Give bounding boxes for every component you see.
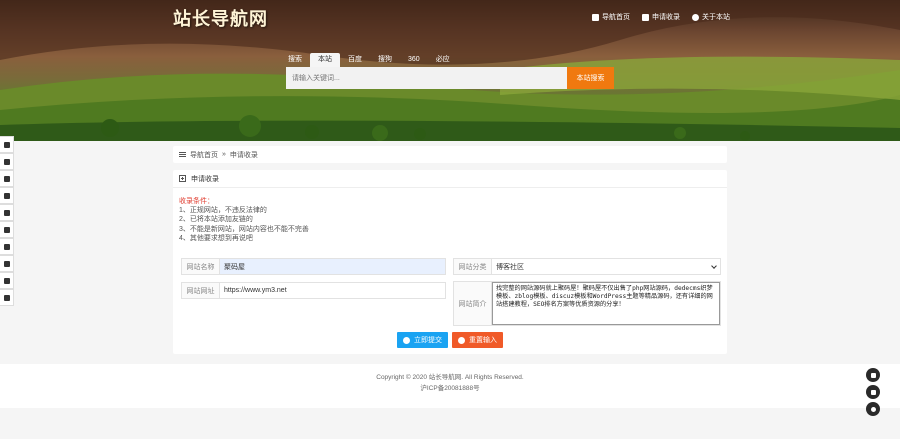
- search-button[interactable]: 本站搜索: [567, 67, 614, 89]
- menu-icon: [179, 152, 186, 157]
- tab-sogou[interactable]: 搜狗: [370, 53, 400, 67]
- nav-about-label: 关于本站: [702, 14, 730, 21]
- breadcrumb-home[interactable]: 导航首页: [190, 150, 218, 160]
- rule-item: 1、正规网站，不违反法律的: [179, 207, 267, 215]
- cloud-icon[interactable]: [0, 221, 14, 238]
- rules-title: 收录条件：: [179, 198, 214, 205]
- breadcrumb-separator: »: [222, 151, 226, 158]
- top-navigation: 导航首页 申请收录 关于本站: [592, 12, 730, 22]
- site-url-input[interactable]: https://www.ym3.net: [220, 283, 445, 298]
- nav-home[interactable]: 导航首页: [592, 12, 630, 22]
- qrcode-icon[interactable]: [866, 385, 880, 399]
- tab-site[interactable]: 本站: [310, 53, 340, 67]
- search-bar: 本站搜索: [286, 67, 614, 89]
- grid-icon[interactable]: [0, 289, 14, 306]
- reset-button[interactable]: 重置输入: [452, 332, 503, 348]
- submit-button[interactable]: 立即提交: [397, 332, 448, 348]
- send-icon[interactable]: [0, 153, 14, 170]
- plus-square-icon: [179, 175, 186, 182]
- site-url-row: 网站网址 https://www.ym3.net: [181, 282, 446, 299]
- copyright-text: Copyright © 2020 站长导航网. All Rights Reser…: [376, 374, 524, 381]
- nav-about[interactable]: 关于本站: [692, 12, 730, 22]
- tab-bing[interactable]: 必应: [428, 53, 458, 67]
- arrow-circle-icon: [403, 336, 410, 344]
- chevron-down-icon: [711, 262, 717, 269]
- site-logo[interactable]: 站长导航网: [173, 5, 268, 31]
- page-footer: Copyright © 2020 站长导航网. All Rights Reser…: [0, 364, 900, 408]
- reset-label: 重置输入: [469, 337, 497, 344]
- rule-item: 2、已将本站添加友链的: [179, 216, 253, 224]
- site-name-input[interactable]: 聚码屋: [220, 259, 445, 274]
- tab-360[interactable]: 360: [400, 53, 428, 67]
- search-engine-tabs: 搜索 本站 百度 搜狗 360 必应: [280, 53, 458, 67]
- home-icon: [592, 13, 599, 21]
- floating-actions: [866, 368, 880, 419]
- rule-item: 3、不能是新网站，网站内容也不能不完善: [179, 225, 309, 233]
- nav-home-label: 导航首页: [602, 14, 630, 21]
- card-title: 申请收录: [191, 175, 219, 183]
- left-quick-rail: [0, 136, 14, 306]
- category-label: 网站分类: [454, 259, 492, 274]
- chart-icon[interactable]: [0, 238, 14, 255]
- category-row: 网站分类 博客社区: [453, 258, 721, 275]
- yen-icon[interactable]: [0, 272, 14, 289]
- site-intro-textarea[interactable]: 找完整的网站源码就上聚码屋！聚码屋不仅出售了php网站源码，dedecms织梦模…: [492, 282, 720, 325]
- video-icon[interactable]: [0, 204, 14, 221]
- graduation-icon[interactable]: [0, 255, 14, 272]
- submit-label: 立即提交: [414, 337, 442, 344]
- submit-site-card: 申请收录 收录条件： 1、正规网站，不违反法律的 2、已将本站添加友链的 3、不…: [173, 170, 727, 354]
- category-selected: 博客社区: [496, 263, 524, 271]
- site-name-row: 网站名称 聚码屋: [181, 258, 446, 275]
- site-intro-label: 网站简介: [454, 282, 492, 325]
- file-icon[interactable]: [0, 170, 14, 187]
- breadcrumb-current: 申请收录: [229, 151, 258, 159]
- card-header: 申请收录: [173, 170, 727, 188]
- site-intro-row: 网站简介 找完整的网站源码就上聚码屋！聚码屋不仅出售了php网站源码，dedec…: [453, 281, 721, 326]
- nav-submit-label: 申请收录: [652, 14, 680, 21]
- site-name-label: 网站名称: [182, 259, 220, 274]
- submission-rules: 收录条件： 1、正规网站，不违反法律的 2、已将本站添加友链的 3、不能是新网站…: [179, 197, 309, 243]
- rule-item: 4、其他要求想到再说吧: [179, 234, 253, 242]
- notification-icon[interactable]: [866, 368, 880, 382]
- breadcrumb: 导航首页 » 申请收录: [173, 146, 727, 163]
- tab-search[interactable]: 搜索: [280, 53, 310, 67]
- site-url-label: 网站网址: [182, 283, 220, 298]
- hero-banner: 站长导航网 导航首页 申请收录 关于本站 搜索 本站 百度 搜狗 360 必应 …: [0, 0, 900, 141]
- info-icon: [692, 13, 699, 21]
- search-input[interactable]: [286, 67, 567, 89]
- icp-link[interactable]: 沪ICP备20081888号: [0, 383, 900, 394]
- tab-baidu[interactable]: 百度: [340, 53, 370, 67]
- back-to-top-icon[interactable]: [866, 402, 880, 416]
- settings-icon[interactable]: [0, 187, 14, 204]
- refresh-icon: [458, 336, 465, 344]
- plus-square-icon: [642, 13, 649, 21]
- thumbs-up-icon[interactable]: [0, 136, 14, 153]
- category-select[interactable]: 博客社区: [492, 259, 720, 274]
- nav-submit-site[interactable]: 申请收录: [642, 12, 680, 22]
